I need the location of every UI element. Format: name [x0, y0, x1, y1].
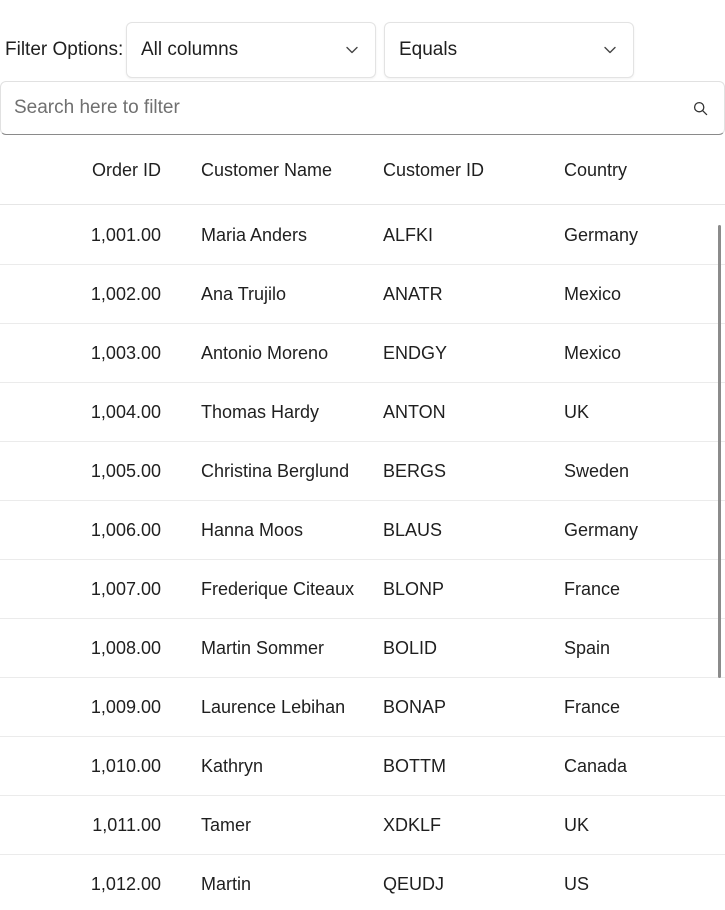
customer-name-cell: Frederique Citeaux	[201, 578, 355, 599]
order-id-cell: 1,001.00	[90, 224, 161, 245]
order-id-cell: 1,005.00	[90, 460, 161, 481]
customer-name-cell: Ana Trujilo	[201, 283, 287, 304]
chevron-down-icon	[604, 46, 616, 54]
data-grid: Order ID Customer Name Customer ID Count…	[0, 136, 725, 910]
customer-id-cell: ANATR	[383, 283, 443, 304]
customer-id-cell: ANTON	[383, 401, 446, 422]
table-row[interactable]: 1,004.00 Thomas Hardy ANTON UK	[0, 383, 725, 442]
filter-options-label: Filter Options:	[5, 39, 124, 60]
customer-id-cell: BERGS	[383, 460, 447, 481]
table-row[interactable]: 1,003.00 Antonio Moreno ENDGY Mexico	[0, 324, 725, 383]
order-id-cell: 1,008.00	[90, 637, 161, 658]
table-row[interactable]: 1,011.00 Tamer XDKLF UK	[0, 796, 725, 855]
country-cell: Germany	[564, 519, 639, 540]
customer-name-cell: Hanna Moos	[201, 519, 304, 540]
order-id-cell: 1,009.00	[90, 696, 161, 717]
order-id-cell: 1,010.00	[90, 755, 161, 776]
table-row[interactable]: 1,002.00 Ana Trujilo ANATR Mexico	[0, 265, 725, 324]
column-header-customer-id[interactable]: Customer ID	[383, 136, 543, 205]
country-cell: Sweden	[564, 460, 630, 481]
country-cell: UK	[564, 814, 590, 835]
country-cell: Canada	[564, 755, 628, 776]
customer-id-cell: BLONP	[383, 578, 445, 599]
customer-id-cell: BOLID	[383, 637, 438, 658]
table-row[interactable]: 1,007.00 Frederique Citeaux BLONP France	[0, 560, 725, 619]
table-row[interactable]: 1,010.00 Kathryn BOTTM Canada	[0, 737, 725, 796]
table-row[interactable]: 1,001.00 Maria Anders ALFKI Germany	[0, 206, 725, 265]
search-input[interactable]	[14, 82, 664, 134]
customer-name-cell: Laurence Lebihan	[201, 696, 346, 717]
search-box	[0, 81, 725, 135]
table-row[interactable]: 1,008.00 Martin Sommer BOLID Spain	[0, 619, 725, 678]
table-row[interactable]: 1,005.00 Christina Berglund BERGS Sweden	[0, 442, 725, 501]
customer-name-cell: Kathryn	[201, 755, 264, 776]
search-icon[interactable]	[693, 101, 708, 116]
customer-id-cell: ENDGY	[383, 342, 448, 363]
country-cell: Germany	[564, 224, 639, 245]
country-cell: US	[564, 873, 590, 894]
customer-id-cell: QEUDJ	[383, 873, 445, 894]
customer-id-cell: BOTTM	[383, 755, 446, 776]
column-header-country[interactable]: Country	[564, 136, 714, 205]
country-cell: France	[564, 696, 621, 717]
order-id-cell: 1,011.00	[92, 814, 161, 835]
customer-id-cell: XDKLF	[383, 814, 442, 835]
customer-id-cell: BONAP	[383, 696, 447, 717]
table-row[interactable]: 1,009.00 Laurence Lebihan BONAP France	[0, 678, 725, 737]
table-row[interactable]: 1,012.00 Martin QEUDJ US	[0, 855, 725, 910]
grid-header-row: Order ID Customer Name Customer ID Count…	[0, 136, 725, 205]
country-cell: Mexico	[564, 342, 622, 363]
customer-id-cell: BLAUS	[383, 519, 443, 540]
filter-options-bar: Filter Options: All columns Equals	[0, 22, 725, 78]
order-id-cell: 1,006.00	[90, 519, 161, 540]
grid-body[interactable]: 1,001.00 Maria Anders ALFKI Germany 1,00…	[0, 206, 725, 910]
customer-name-cell: Martin Sommer	[201, 637, 325, 658]
customer-id-cell: ALFKI	[383, 224, 434, 245]
customer-name-cell: Martin	[201, 873, 252, 894]
condition-filter-combobox[interactable]: Equals	[384, 22, 634, 78]
column-filter-combobox[interactable]: All columns	[126, 22, 376, 78]
table-row[interactable]: 1,006.00 Hanna Moos BLAUS Germany	[0, 501, 725, 560]
country-cell: UK	[564, 401, 590, 422]
country-cell: France	[564, 578, 621, 599]
customer-name-cell: Tamer	[201, 814, 252, 835]
column-header-order-id[interactable]: Order ID	[0, 136, 161, 205]
condition-filter-value: Equals	[399, 39, 458, 60]
customer-name-cell: Antonio Moreno	[201, 342, 329, 363]
country-cell: Spain	[564, 637, 611, 658]
column-header-customer-name[interactable]: Customer Name	[201, 136, 361, 205]
customer-name-cell: Thomas Hardy	[201, 401, 320, 422]
chevron-down-icon	[346, 46, 358, 54]
vertical-scrollbar[interactable]	[718, 225, 721, 678]
order-id-cell: 1,002.00	[90, 283, 161, 304]
filtering-grid-page: Filter Options: All columns Equals Order…	[0, 0, 725, 910]
customer-name-cell: Christina Berglund	[201, 460, 350, 481]
customer-name-cell: Maria Anders	[201, 224, 308, 245]
order-id-cell: 1,007.00	[90, 578, 161, 599]
order-id-cell: 1,003.00	[90, 342, 161, 363]
order-id-cell: 1,004.00	[90, 401, 161, 422]
country-cell: Mexico	[564, 283, 622, 304]
order-id-cell: 1,012.00	[90, 873, 161, 894]
column-filter-value: All columns	[141, 39, 239, 60]
